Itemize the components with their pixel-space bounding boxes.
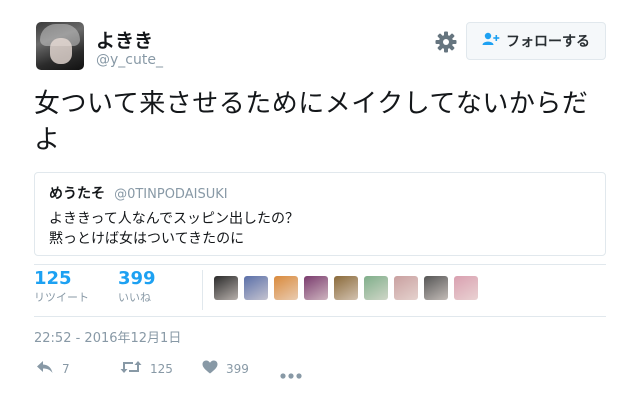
more-icon[interactable] — [280, 364, 302, 383]
avatar[interactable] — [36, 22, 84, 70]
reply-count: 7 — [62, 361, 70, 376]
quote-text-line-2: 黙っとけば女はついてきたのに — [49, 231, 245, 247]
likes-count: 399 — [118, 268, 156, 289]
gear-icon[interactable] — [434, 30, 458, 54]
person-plus-icon — [482, 32, 500, 50]
likes-label: いいね — [118, 291, 151, 304]
quote-text-line-1: よききって人なんでスッピン出したの？ — [49, 211, 300, 227]
screen-name[interactable]: @y_cute_ — [96, 52, 163, 68]
avatar-face — [50, 38, 72, 64]
stats-bottom-divider — [34, 316, 606, 317]
stats-separator — [202, 270, 203, 310]
liker-avatar[interactable] — [214, 276, 238, 300]
follow-button[interactable]: フォローする — [466, 22, 606, 60]
liker-avatar[interactable] — [364, 276, 388, 300]
liker-avatar[interactable] — [274, 276, 298, 300]
quote-header: めうたそ @0TINPODAISUKI — [49, 183, 591, 203]
quoted-tweet[interactable]: めうたそ @0TINPODAISUKI よききって人なんでスッピン出したの？ 黙… — [34, 172, 606, 256]
stats-top-divider — [34, 264, 606, 265]
retweets-label: リツイート — [34, 291, 89, 304]
liker-avatar[interactable] — [304, 276, 328, 300]
tweet-text: 女ついて来させるためにメイクしてないからだよ — [34, 89, 589, 155]
liker-avatar[interactable] — [334, 276, 358, 300]
liker-avatars — [214, 276, 478, 300]
retweet-icon — [120, 360, 142, 377]
retweets-stat[interactable]: 125 リツイート — [34, 268, 89, 305]
liker-avatar[interactable] — [454, 276, 478, 300]
like-button[interactable]: 399 — [202, 360, 249, 377]
follow-label: フォローする — [506, 34, 590, 50]
liker-avatar[interactable] — [244, 276, 268, 300]
liker-avatar[interactable] — [394, 276, 418, 300]
reply-icon — [36, 360, 54, 377]
retweets-count: 125 — [34, 268, 72, 289]
quote-author-handle: @0TINPODAISUKI — [114, 187, 228, 202]
retweet-button[interactable]: 125 — [120, 360, 173, 377]
display-name[interactable]: よきき — [96, 26, 153, 53]
likes-stat[interactable]: 399 いいね — [118, 268, 156, 305]
reply-button[interactable]: 7 — [36, 360, 70, 377]
liker-avatar[interactable] — [424, 276, 448, 300]
timestamp[interactable]: 22:52 - 2016年12月1日 — [34, 327, 181, 346]
quote-author-name: めうたそ — [49, 186, 105, 202]
like-count: 399 — [226, 361, 249, 376]
retweet-count: 125 — [150, 361, 173, 376]
heart-icon — [202, 360, 218, 377]
